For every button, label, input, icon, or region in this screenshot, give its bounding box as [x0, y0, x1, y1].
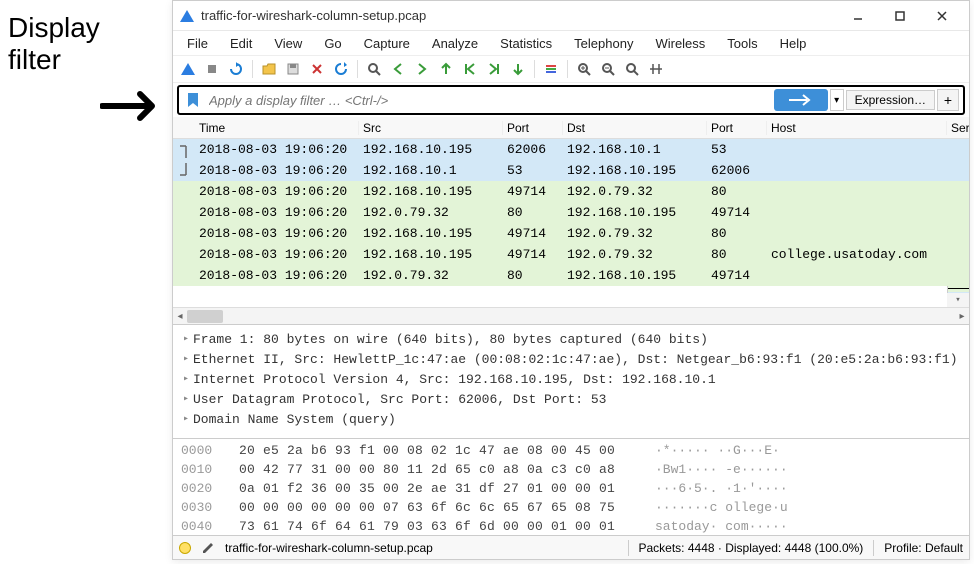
scroll-down-icon[interactable]: ▾ [947, 293, 969, 307]
scroll-left-icon[interactable]: ◂ [173, 308, 187, 325]
menu-analyze[interactable]: Analyze [422, 34, 488, 53]
packet-list-header[interactable]: TimeSrcPortDstPortHostServer Name [173, 117, 969, 139]
hex-row[interactable]: 001000 42 77 31 00 00 80 11 2d 65 c0 a8 … [181, 462, 961, 481]
go-prev-icon[interactable] [387, 58, 409, 80]
hex-row[interactable]: 000020 e5 2a b6 93 f1 00 08 02 1c 47 ae … [181, 443, 961, 462]
zoom-reset-icon[interactable] [621, 58, 643, 80]
titlebar: traffic-for-wireshark-column-setup.pcap [173, 1, 969, 31]
column-header[interactable]: Port [503, 121, 563, 135]
packet-row[interactable]: 2018-08-03 19:06:20192.168.10.1954971419… [173, 244, 969, 265]
colorize-icon[interactable] [540, 58, 562, 80]
zoom-out-icon[interactable] [597, 58, 619, 80]
minimize-button[interactable] [837, 2, 879, 30]
expand-icon[interactable]: ▸ [179, 373, 193, 385]
packet-row[interactable]: 2018-08-03 19:06:20192.0.79.3280192.168.… [173, 265, 969, 286]
column-header[interactable]: Dst [563, 121, 707, 135]
expert-info-icon[interactable] [179, 542, 191, 554]
restart-capture-icon[interactable] [225, 58, 247, 80]
filter-dropdown-icon[interactable]: ▾ [830, 89, 844, 111]
edit-capture-comment-icon[interactable] [201, 539, 215, 556]
bookmark-icon[interactable] [183, 90, 203, 110]
detail-row[interactable]: ▸Internet Protocol Version 4, Src: 192.1… [179, 369, 963, 389]
app-window: traffic-for-wireshark-column-setup.pcap … [172, 0, 970, 560]
menu-file[interactable]: File [177, 34, 218, 53]
start-capture-icon[interactable] [177, 58, 199, 80]
resize-columns-icon[interactable] [645, 58, 667, 80]
column-header[interactable]: Server Name [947, 121, 969, 135]
column-header[interactable]: Host [767, 121, 947, 135]
detail-row[interactable]: ▸User Datagram Protocol, Src Port: 62006… [179, 389, 963, 409]
menubar: FileEditViewGoCaptureAnalyzeStatisticsTe… [173, 31, 969, 55]
zoom-in-icon[interactable] [573, 58, 595, 80]
display-filter-bar: ▾ Expression… + [177, 85, 965, 115]
display-filter-input[interactable] [207, 91, 774, 110]
expand-icon[interactable]: ▸ [179, 413, 193, 425]
annotation-arrow-icon [100, 88, 170, 134]
menu-wireless[interactable]: Wireless [645, 34, 715, 53]
related-packet-icon [177, 162, 191, 180]
stop-capture-icon[interactable] [201, 58, 223, 80]
menu-help[interactable]: Help [770, 34, 817, 53]
packet-list-body[interactable]: ▴ ▾ 2018-08-03 19:06:20192.168.10.195620… [173, 139, 969, 307]
hex-row[interactable]: 003000 00 00 00 00 00 07 63 6f 6c 6c 65 … [181, 500, 961, 519]
save-file-icon[interactable] [282, 58, 304, 80]
window-title: traffic-for-wireshark-column-setup.pcap [201, 8, 837, 23]
menu-statistics[interactable]: Statistics [490, 34, 562, 53]
packet-row[interactable]: 2018-08-03 19:06:20192.0.79.3280192.168.… [173, 202, 969, 223]
menu-capture[interactable]: Capture [354, 34, 420, 53]
horizontal-scrollbar[interactable]: ◂ ▸ [173, 307, 969, 324]
go-first-icon[interactable] [459, 58, 481, 80]
scroll-right-icon[interactable]: ▸ [955, 308, 969, 325]
open-file-icon[interactable] [258, 58, 280, 80]
hex-row[interactable]: 00200a 01 f2 36 00 35 00 2e ae 31 df 27 … [181, 481, 961, 500]
expand-icon[interactable]: ▸ [179, 333, 193, 345]
add-filter-button[interactable]: + [937, 89, 959, 111]
expand-icon[interactable]: ▸ [179, 393, 193, 405]
annotation-label: Display filter [8, 12, 100, 76]
menu-go[interactable]: Go [314, 34, 351, 53]
autoscroll-icon[interactable] [507, 58, 529, 80]
hex-row[interactable]: 004073 61 74 6f 64 61 79 03 63 6f 6d 00 … [181, 519, 961, 535]
maximize-button[interactable] [879, 2, 921, 30]
close-button[interactable] [921, 2, 963, 30]
status-file: traffic-for-wireshark-column-setup.pcap [225, 541, 433, 555]
packet-row[interactable]: 2018-08-03 19:06:20192.168.10.1954971419… [173, 223, 969, 244]
menu-telephony[interactable]: Telephony [564, 34, 643, 53]
packet-bytes-pane[interactable]: 000020 e5 2a b6 93 f1 00 08 02 1c 47 ae … [173, 439, 969, 535]
column-header[interactable]: Src [359, 121, 503, 135]
packet-row[interactable]: 2018-08-03 19:06:20192.168.10.153192.168… [173, 160, 969, 181]
apply-filter-button[interactable] [774, 89, 828, 111]
menu-view[interactable]: View [264, 34, 312, 53]
go-last-icon[interactable] [483, 58, 505, 80]
column-header[interactable]: Time [173, 121, 359, 135]
detail-row[interactable]: ▸Ethernet II, Src: HewlettP_1c:47:ae (00… [179, 349, 963, 369]
toolbar [173, 55, 969, 83]
find-icon[interactable] [363, 58, 385, 80]
status-packets: Packets: 4448 · Displayed: 4448 (100.0%) [639, 541, 864, 555]
packet-row[interactable]: 2018-08-03 19:06:20192.168.10.1954971419… [173, 181, 969, 202]
detail-row[interactable]: ▸Domain Name System (query) [179, 409, 963, 429]
column-header[interactable]: Port [707, 121, 767, 135]
packet-row[interactable]: 2018-08-03 19:06:20192.168.10.1956200619… [173, 139, 969, 160]
menu-edit[interactable]: Edit [220, 34, 262, 53]
expand-icon[interactable]: ▸ [179, 353, 193, 365]
detail-row[interactable]: ▸Frame 1: 80 bytes on wire (640 bits), 8… [179, 329, 963, 349]
packet-list-pane: TimeSrcPortDstPortHostServer Name ▴ ▾ 20… [173, 117, 969, 325]
expression-button[interactable]: Expression… [846, 90, 935, 110]
status-profile[interactable]: Profile: Default [884, 541, 963, 555]
app-icon [179, 8, 195, 24]
menu-tools[interactable]: Tools [717, 34, 767, 53]
go-jump-icon[interactable] [435, 58, 457, 80]
statusbar: traffic-for-wireshark-column-setup.pcap … [173, 535, 969, 559]
go-next-icon[interactable] [411, 58, 433, 80]
related-packet-icon [177, 141, 191, 159]
packet-details-pane[interactable]: ▸Frame 1: 80 bytes on wire (640 bits), 8… [173, 325, 969, 439]
close-file-icon[interactable] [306, 58, 328, 80]
reload-icon[interactable] [330, 58, 352, 80]
